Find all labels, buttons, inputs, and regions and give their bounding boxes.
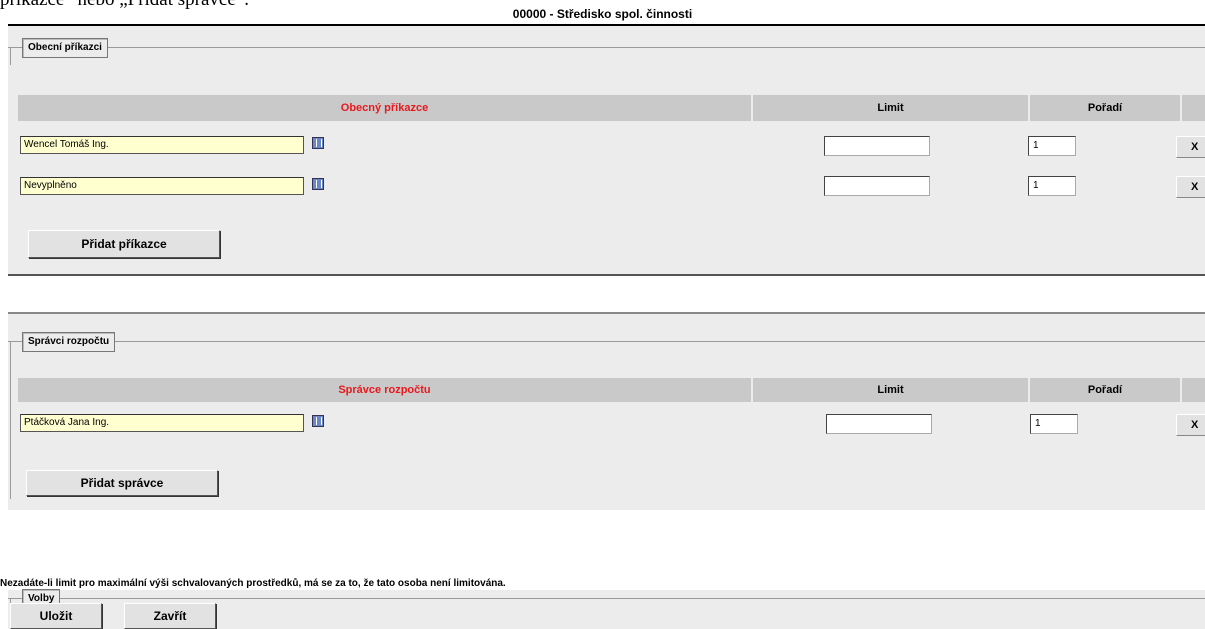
list-picker-icon[interactable]	[312, 137, 324, 149]
header-divider	[1180, 378, 1182, 402]
order-input[interactable]: 1	[1028, 176, 1076, 196]
order-input[interactable]: 1	[1028, 136, 1076, 156]
fieldset-line	[8, 47, 1205, 48]
remove-button[interactable]: X	[1176, 176, 1205, 198]
table-header-prikazci: Obecný příkazce Limit Pořadí	[18, 95, 1205, 121]
panel-volby: Volby Uložit Zavřít	[8, 589, 1205, 629]
limit-input[interactable]	[824, 136, 930, 156]
list-picker-icon[interactable]	[312, 178, 324, 190]
page-title: 00000 - Středisko spol. činnosti	[512, 7, 693, 21]
add-spravce-button[interactable]: Přidat správce	[26, 470, 218, 496]
close-button[interactable]: Zavřít	[124, 603, 216, 629]
header-limit: Limit	[877, 102, 904, 114]
fieldset-left-line	[10, 47, 11, 65]
panel-spravci: Správci rozpočtu Správce rozpočtu Limit …	[8, 312, 1205, 510]
legend-spravci: Správci rozpočtu	[22, 332, 116, 352]
header-name: Správce rozpočtu	[338, 384, 431, 396]
prikazce-name-field[interactable]: Wencel Tomáš Ing.	[20, 136, 304, 154]
header-order: Pořadí	[1087, 384, 1123, 396]
header-divider	[1180, 95, 1182, 121]
panel-prikazci: Obecní příkazci Obecný příkazce Limit Po…	[8, 26, 1205, 276]
header-order: Pořadí	[1087, 102, 1123, 114]
remove-button[interactable]: X	[1176, 414, 1205, 436]
limit-input[interactable]	[824, 176, 930, 196]
spravce-name-field[interactable]: Ptáčková Jana Ing.	[20, 414, 304, 432]
order-input[interactable]: 1	[1030, 414, 1078, 434]
fieldset-line	[8, 598, 1205, 599]
header-name: Obecný příkazce	[340, 102, 429, 114]
prikazce-name-field[interactable]: Nevyplněno	[20, 177, 304, 195]
list-picker-icon[interactable]	[312, 415, 324, 427]
fieldset-left-line	[10, 341, 11, 499]
limit-input[interactable]	[826, 414, 932, 434]
table-header-spravci: Správce rozpočtu Limit Pořadí	[18, 378, 1205, 402]
legend-prikazci: Obecní příkazci	[22, 38, 108, 58]
save-button[interactable]: Uložit	[10, 603, 102, 629]
header-limit: Limit	[877, 384, 904, 396]
remove-button[interactable]: X	[1176, 136, 1205, 158]
add-prikazce-button[interactable]: Přidat příkazce	[28, 230, 220, 258]
fieldset-line	[8, 341, 1205, 342]
limit-note: Nezadáte-li limit pro maximální výši sch…	[0, 578, 506, 589]
